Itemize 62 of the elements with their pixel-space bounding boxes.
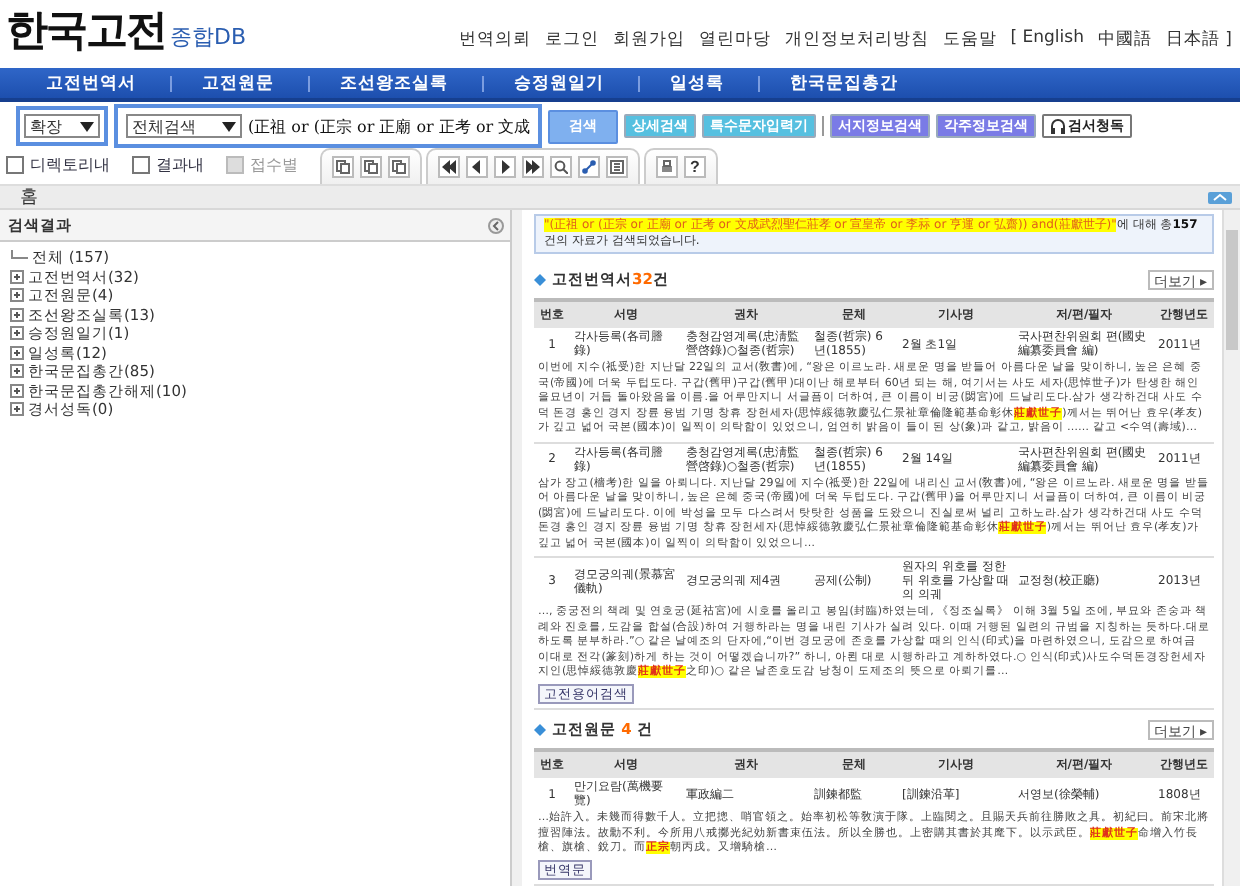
header-link[interactable]: 도움말 (942, 28, 997, 52)
search-button[interactable] (550, 156, 572, 178)
nav-tab[interactable]: 일성록 (640, 75, 760, 91)
printer-icon (660, 160, 674, 174)
previous-icon (470, 160, 484, 174)
header-link[interactable]: 회원가입 (612, 28, 685, 52)
scrollbar[interactable] (1222, 210, 1240, 886)
collapse-icon[interactable] (488, 217, 504, 233)
logo[interactable]: 한국고전 (6, 2, 166, 58)
expand-icon[interactable] (10, 326, 24, 341)
next-button[interactable] (494, 156, 516, 178)
logo-subtitle: 종합DB (170, 22, 247, 54)
first-button[interactable] (438, 156, 460, 178)
nav-tab[interactable]: 조선왕조실록 (310, 75, 484, 91)
next-icon (498, 160, 512, 174)
header-link[interactable]: 개인정보처리방침 (784, 28, 929, 52)
diamond-icon (534, 724, 546, 736)
expand-icon[interactable] (10, 364, 24, 379)
nav-tab[interactable]: 고전번역서 (16, 75, 172, 91)
nav-tab[interactable]: 승정원일기 (484, 75, 640, 91)
header-link[interactable]: 로그인 (544, 28, 599, 52)
search-icon (554, 160, 568, 174)
printer-button[interactable] (656, 156, 678, 178)
last-button[interactable] (522, 156, 544, 178)
search-field[interactable]: (正祖 or (正宗 or 正廟 or 正考 or 文成 (248, 115, 531, 137)
document-button[interactable] (388, 156, 410, 178)
checkbox-label: 결과내 (156, 154, 204, 176)
headphones-icon (1050, 118, 1067, 134)
breadcrumb: 홈 (20, 186, 38, 210)
checkbox[interactable] (132, 156, 150, 174)
list-button[interactable] (606, 156, 628, 178)
header-link[interactable]: 번역의뢰 (458, 28, 531, 52)
expand-icon[interactable] (10, 269, 24, 284)
nav-tab[interactable]: 한국문집총간 (760, 75, 932, 91)
header-link[interactable]: 열린마당 (698, 28, 771, 52)
caret-icon (222, 121, 236, 131)
link-button[interactable] (578, 156, 600, 178)
link-icon (582, 160, 596, 174)
nav-tab[interactable]: 고전원문 (172, 75, 310, 91)
expand-icon[interactable] (10, 402, 24, 417)
language-link[interactable]: 日本語 ] (1165, 28, 1232, 52)
checkbox-label: 접수별 (250, 154, 298, 176)
scope-dropdown[interactable]: 확장 (24, 114, 100, 138)
checkbox[interactable] (6, 156, 24, 174)
last-icon (526, 160, 540, 174)
language-link[interactable]: [ English (1010, 28, 1084, 52)
language-link[interactable]: 中國語 (1097, 28, 1152, 52)
top-icon (1208, 191, 1232, 203)
expand-icon[interactable] (10, 307, 24, 322)
checkbox-label: 디렉토리내 (30, 154, 110, 176)
diamond-icon (534, 274, 546, 286)
previous-button[interactable] (466, 156, 488, 178)
document-button[interactable] (332, 156, 354, 178)
list-icon (610, 160, 624, 174)
expand-icon[interactable] (10, 345, 24, 360)
help-button[interactable]: ? (684, 156, 706, 178)
document-button[interactable] (360, 156, 382, 178)
field-dropdown[interactable]: 전체검색 (126, 114, 242, 138)
first-icon (442, 160, 456, 174)
expand-icon[interactable] (10, 383, 24, 398)
caret-icon (80, 121, 94, 131)
expand-icon[interactable] (10, 288, 24, 303)
